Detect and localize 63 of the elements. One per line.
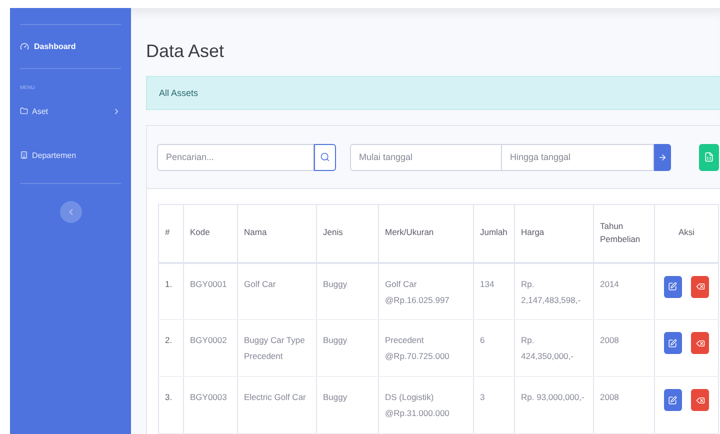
delete-key-icon	[696, 338, 705, 348]
table-cell: 1.	[158, 262, 184, 320]
table-cell: Buggy	[316, 376, 378, 434]
table-cell: BGY0002	[184, 320, 238, 376]
search-field[interactable]: Pencarian...	[157, 144, 314, 170]
column-header: Merk/Ukuran	[378, 204, 474, 262]
table-cell: 2014	[594, 262, 654, 320]
column-header: Kode	[184, 204, 238, 262]
table-cell: 3	[474, 376, 514, 434]
sidebar-item[interactable]: Departemen	[20, 139, 121, 171]
spreadsheet-icon	[704, 152, 714, 162]
table-cell: Rp. 424,350,000,-	[514, 320, 594, 376]
table-cell: 2008	[594, 376, 654, 434]
column-header: #	[158, 204, 184, 262]
table-cell: 2008	[594, 320, 654, 376]
delete-key-icon	[696, 282, 705, 291]
table-cell: Buggy	[316, 320, 378, 376]
table-cell: 3.	[158, 376, 184, 434]
dashboard-link[interactable]: Dashboard	[20, 25, 121, 68]
table-cell: Golf Car	[238, 262, 316, 320]
sidebar-toggle-button[interactable]	[60, 201, 82, 223]
start-date-field[interactable]: Mulai tanggal	[350, 144, 502, 170]
column-header: Nama	[238, 204, 316, 262]
info-bar: All Assets	[146, 76, 720, 110]
export-button[interactable]	[699, 144, 719, 170]
folder-icon	[20, 107, 28, 115]
table-cell: Electric Golf Car	[238, 376, 316, 434]
table-cell: BGY0003	[184, 376, 238, 434]
search-icon	[320, 152, 330, 162]
delete-button[interactable]	[691, 332, 710, 354]
table-cell: Rp. 93,000,000,-	[514, 376, 594, 434]
arrow-right-icon	[658, 152, 667, 162]
table-cell: DS (Logistik) @Rp.31.000.000	[378, 376, 474, 434]
search-button[interactable]	[314, 144, 336, 170]
table-cell: 6	[474, 320, 514, 376]
table-cell: Rp. 2,147,483,598,-	[514, 262, 594, 320]
table-cell: BGY0001	[184, 262, 238, 320]
delete-button[interactable]	[691, 276, 710, 298]
end-date-field[interactable]: Hingga tanggal	[502, 144, 654, 170]
column-header: Aksi	[654, 204, 718, 262]
delete-key-icon	[696, 396, 705, 404]
table-cell: Golf Car @Rp.16.025.997	[378, 262, 474, 320]
apply-button[interactable]	[654, 144, 671, 170]
column-header: Jenis	[316, 204, 378, 262]
edit-button[interactable]	[664, 276, 682, 298]
edit-button[interactable]	[664, 332, 682, 354]
pen-square-icon	[668, 396, 678, 404]
delete-button[interactable]	[691, 389, 710, 411]
pen-square-icon	[668, 338, 678, 348]
column-header: Tahun Pembelian	[594, 204, 654, 262]
table-cell: Buggy Car Type Precedent	[238, 320, 316, 376]
pen-square-icon	[668, 282, 678, 291]
column-header: Jumlah	[474, 204, 514, 262]
table-cell: 134	[474, 262, 514, 320]
gauge-icon	[20, 42, 29, 51]
sidebar-item[interactable]: Aset	[20, 95, 121, 127]
column-header: Harga	[514, 204, 594, 262]
building-icon	[20, 151, 28, 159]
page-title: Data Aset	[146, 41, 226, 62]
table-cell: 2.	[158, 320, 184, 376]
edit-button[interactable]	[664, 389, 682, 411]
table-cell: Buggy	[316, 262, 378, 320]
table-cell: Precedent @Rp.70.725.000	[378, 320, 474, 376]
